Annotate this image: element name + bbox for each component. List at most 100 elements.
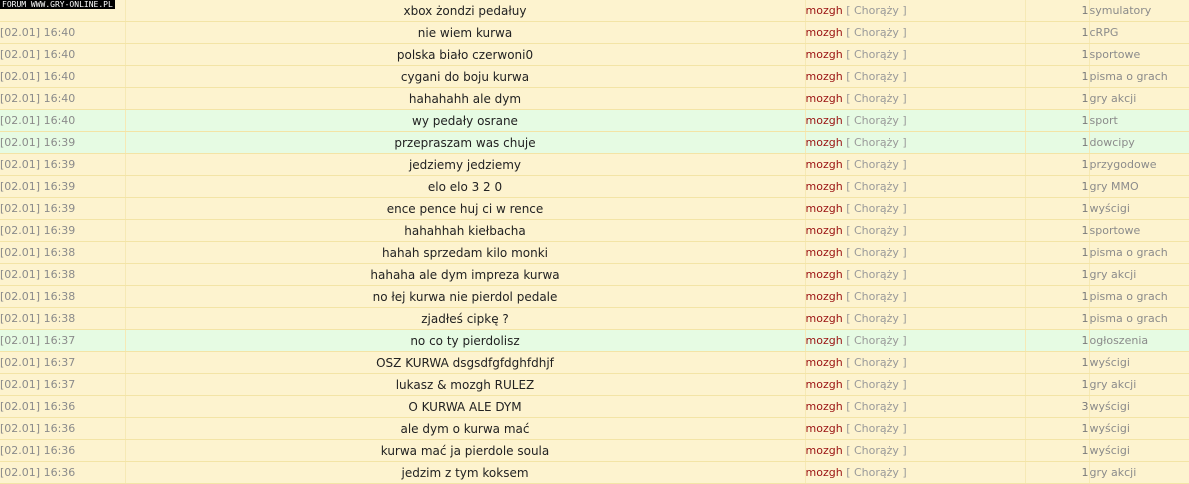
author-nick-link[interactable]: mozgh [806,334,843,347]
author-nick-link[interactable]: mozgh [806,400,843,413]
forum-name-link[interactable]: wyścigi [1089,417,1189,440]
post-title-link[interactable]: jedzim z tym koksem [401,466,528,480]
table-row[interactable]: [02.01] 16:39 elo elo 3 2 0 mozgh [ Chorąż… [0,175,1189,198]
forum-name-link[interactable]: wyścigi [1089,197,1189,220]
post-count: 1 [1025,65,1090,88]
author-nick-link[interactable]: mozgh [806,290,843,303]
author-nick-link[interactable]: mozgh [806,466,843,479]
post-title-link[interactable]: ence pence huj ci w rence [387,202,544,216]
forum-name-link[interactable]: cRPG [1089,21,1189,44]
author-nick-link[interactable]: mozgh [806,224,843,237]
author-nick-link[interactable]: mozgh [806,158,843,171]
post-title-link[interactable]: no co ty pierdolisz [410,334,519,348]
table-row[interactable]: [02.01] 16:39 ence pence huj ci w rence mo… [0,197,1189,220]
table-row[interactable]: [02.01] 16:38 hahah sprzedam kilo monki mo… [0,241,1189,264]
forum-name-link[interactable]: gry akcji [1089,263,1189,286]
post-title-link[interactable]: przepraszam was chuje [394,136,535,150]
post-count: 1 [1025,43,1090,66]
forum-name-link[interactable]: symulatory [1089,0,1189,22]
table-row[interactable]: [02.01] 16:36 ale dym o kurwa mać mozgh [ … [0,417,1189,440]
table-row[interactable]: [02.01] 16:39 przepraszam was chuje mozgh … [0,131,1189,154]
author-nick-link[interactable]: mozgh [806,356,843,369]
author-rank: [ Chorąży ] [846,136,907,149]
table-row[interactable]: [02.01] 16:37 no co ty pierdolisz mozgh [ … [0,329,1189,352]
forum-name-link[interactable]: gry akcji [1089,373,1189,396]
author-nick-link[interactable]: mozgh [806,268,843,281]
post-title-link[interactable]: lukasz & mozgh RULEZ [396,378,535,392]
post-title-link[interactable]: no łej kurwa nie pierdol pedale [373,290,558,304]
table-row[interactable]: [02.01] 16:38 no łej kurwa nie pierdol pe… [0,285,1189,308]
post-title-link[interactable]: hahahhah kiełbacha [404,224,526,238]
table-row[interactable]: [02.01] 16:39 hahahhah kiełbacha mozgh [ C… [0,219,1189,242]
forum-name-link[interactable]: pisma o grach [1089,65,1189,88]
author-nick-link[interactable]: mozgh [806,246,843,259]
forum-name-link[interactable]: ogłoszenia [1089,329,1189,352]
post-title-link[interactable]: ale dym o kurwa mać [400,422,529,436]
forum-name-link[interactable]: przygodowe [1089,153,1189,176]
forum-name-link[interactable]: wyścigi [1089,395,1189,418]
author-nick-link[interactable]: mozgh [806,114,843,127]
forum-name-link[interactable]: wyścigi [1089,439,1189,462]
post-title-link[interactable]: nie wiem kurwa [418,26,512,40]
forum-name-link[interactable]: sport [1089,109,1189,132]
post-count: 1 [1025,351,1090,374]
forum-name-link[interactable]: pisma o grach [1089,241,1189,264]
post-date: [02.01] 16:36 [0,417,126,440]
post-title-link[interactable]: xbox żondzi pedałuy [403,4,526,18]
post-title-link[interactable]: O KURWA ALE DYM [408,400,521,414]
post-title-link[interactable]: hahaha ale dym impreza kurwa [370,268,559,282]
forum-name-link[interactable]: pisma o grach [1089,307,1189,330]
table-row[interactable]: [02.01] 16:36 jedzim z tym koksem mozgh [ … [0,461,1189,484]
author-nick-link[interactable]: mozgh [806,444,843,457]
table-row[interactable]: [02.01] 16:37 lukasz & mozgh RULEZ mozgh [… [0,373,1189,396]
table-row[interactable]: [02.01] 16:40 nie wiem kurwa mozgh [ Chorą… [0,21,1189,44]
author-nick-link[interactable]: mozgh [806,180,843,193]
author-nick-link[interactable]: mozgh [806,26,843,39]
post-title-link[interactable]: polska biało czerwoni0 [397,48,533,62]
post-title-link[interactable]: hahahahh ale dym [409,92,521,106]
post-title-link[interactable]: jedziemy jedziemy [409,158,521,172]
post-title-link[interactable]: OSZ KURWA dsgsdfgfdghfdhjf [376,356,554,370]
author-nick-link[interactable]: mozgh [806,202,843,215]
forum-name-link[interactable]: gry MMO [1089,175,1189,198]
table-row[interactable]: [02.01] 16:38 hahaha ale dym impreza kurw… [0,263,1189,286]
post-title-link[interactable]: cygani do boju kurwa [401,70,529,84]
table-row[interactable]: [02.01] 16:38 zjadłeś cipkę ? mozgh [ Chor… [0,307,1189,330]
forum-name-link[interactable]: gry akcji [1089,461,1189,484]
table-row[interactable]: [02.01] 16:36 kurwa mać ja pierdole soula… [0,439,1189,462]
post-author-cell: mozgh [ Chorąży ] [805,197,1026,220]
forum-name-link[interactable]: sportowe [1089,219,1189,242]
post-title-cell: O KURWA ALE DYM [125,395,806,418]
author-nick-link[interactable]: mozgh [806,70,843,83]
table-row[interactable]: [02.01] 16:39 jedziemy jedziemy mozgh [ Ch… [0,153,1189,176]
table-row[interactable]: [02.01] 16:40 wy pedały osrane mozgh [ Cho… [0,109,1189,132]
post-title-cell: kurwa mać ja pierdole soula [125,439,806,462]
post-title-cell: wy pedały osrane [125,109,806,132]
post-title-link[interactable]: wy pedały osrane [412,114,518,128]
author-nick-link[interactable]: mozgh [806,4,843,17]
author-nick-link[interactable]: mozgh [806,422,843,435]
post-date: [02.01] 16:36 [0,439,126,462]
post-title-link[interactable]: elo elo 3 2 0 [428,180,502,194]
forum-name-link[interactable]: gry akcji [1089,87,1189,110]
table-row[interactable]: [02.01] 16:40 hahahahh ale dym mozgh [ Cho… [0,87,1189,110]
table-row[interactable]: [02.01] 16:40 cygani do boju kurwa mozgh [… [0,65,1189,88]
forum-name-link[interactable]: sportowe [1089,43,1189,66]
table-row[interactable]: [02.01] 16:40 polska biało czerwoni0 mozgh… [0,43,1189,66]
post-title-link[interactable]: zjadłeś cipkę ? [421,312,509,326]
table-row[interactable]: xbox żondzi pedałuy mozgh [ Chorąży ] 1 sym… [0,0,1189,22]
author-nick-link[interactable]: mozgh [806,136,843,149]
forum-name-link[interactable]: pisma o grach [1089,285,1189,308]
author-nick-link[interactable]: mozgh [806,312,843,325]
forum-name-link[interactable]: wyścigi [1089,351,1189,374]
post-title-link[interactable]: hahah sprzedam kilo monki [382,246,548,260]
post-count: 1 [1025,417,1090,440]
author-nick-link[interactable]: mozgh [806,378,843,391]
table-row[interactable]: [02.01] 16:37 OSZ KURWA dsgsdfgfdghfdhjf m… [0,351,1189,374]
author-nick-link[interactable]: mozgh [806,48,843,61]
author-nick-link[interactable]: mozgh [806,92,843,105]
post-author-cell: mozgh [ Chorąży ] [805,351,1026,374]
post-title-link[interactable]: kurwa mać ja pierdole soula [381,444,550,458]
table-row[interactable]: [02.01] 16:36 O KURWA ALE DYM mozgh [ Chor… [0,395,1189,418]
forum-name-link[interactable]: dowcipy [1089,131,1189,154]
